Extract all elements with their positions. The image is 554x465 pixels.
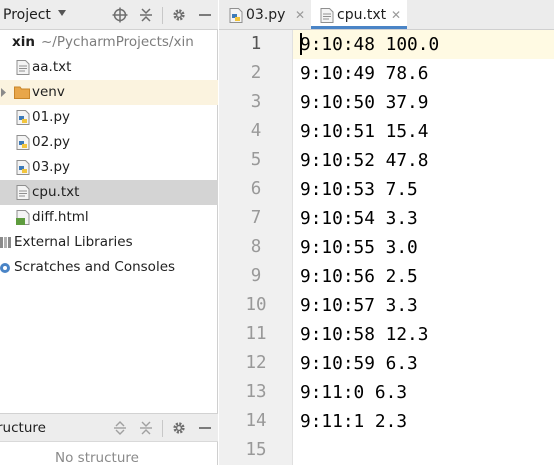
html-file-icon <box>16 210 30 225</box>
tree-item-label: cpu.txt <box>32 184 80 200</box>
code-line[interactable]: 9:11:1 2.3 <box>300 407 407 436</box>
locate-file-icon[interactable] <box>112 7 128 23</box>
tree-item-label: Scratches and Consoles <box>14 259 176 275</box>
chevron-right-icon[interactable] <box>0 85 12 100</box>
tab-label: cpu.txt <box>337 7 387 23</box>
text-file-icon <box>16 185 30 200</box>
library-icon <box>0 237 11 248</box>
line-number: 12 <box>245 353 267 373</box>
close-icon[interactable]: ✕ <box>295 0 305 30</box>
tab-label: 03.py <box>246 7 286 23</box>
tree-item-cpu-txt[interactable]: cpu.txt <box>0 180 218 205</box>
code-line[interactable]: 9:10:49 78.6 <box>300 59 428 88</box>
text-file-icon <box>16 60 30 75</box>
scratches-icon <box>0 263 10 273</box>
tree-item-label: aa.txt <box>32 59 72 75</box>
root-folder-name: xin <box>12 34 35 50</box>
tree-item-02-py[interactable]: 02.py <box>0 130 218 155</box>
structure-panel-title[interactable]: ructure <box>0 420 46 436</box>
line-number: 4 <box>250 121 262 141</box>
no-structure-text: No structure <box>55 450 139 465</box>
tree-item-aa-txt[interactable]: aa.txt <box>0 55 218 80</box>
tree-item-diff-html[interactable]: diff.html <box>0 205 218 230</box>
tab-cpu-txt[interactable]: cpu.txt ✕ <box>311 0 407 29</box>
project-panel-header: Project <box>0 0 218 30</box>
tab-03-py[interactable]: 03.py ✕ <box>219 0 311 29</box>
line-number: 3 <box>250 92 262 112</box>
folder-icon <box>14 86 30 99</box>
header-divider <box>162 7 163 24</box>
code-line[interactable]: 9:10:59 6.3 <box>300 349 418 378</box>
line-number: 1 <box>250 34 262 54</box>
code-line[interactable]: 9:10:54 3.3 <box>300 204 418 233</box>
tree-item-03-py[interactable]: 03.py <box>0 155 218 180</box>
project-view-title[interactable]: Project <box>3 7 51 23</box>
tree-item-label: diff.html <box>32 209 89 225</box>
code-line[interactable]: 9:10:58 12.3 <box>300 320 428 349</box>
line-number: 11 <box>245 324 267 344</box>
tree-item-label: External Libraries <box>14 234 133 250</box>
line-number: 7 <box>250 208 262 228</box>
line-number: 13 <box>245 382 267 402</box>
tree-item-label: 01.py <box>32 109 71 125</box>
line-number: 9 <box>250 266 262 286</box>
gear-icon[interactable] <box>171 7 187 23</box>
line-number: 2 <box>250 63 262 83</box>
structure-panel-header: ructure <box>0 413 218 442</box>
project-tool-window: Project xin ~/PycharmProjects/xin aa.txt… <box>0 0 218 465</box>
code-line[interactable]: 9:10:57 3.3 <box>300 291 418 320</box>
hide-panel-icon[interactable] <box>197 420 213 436</box>
hide-panel-icon[interactable] <box>197 7 213 23</box>
root-folder-path: ~/PycharmProjects/xin <box>41 34 194 50</box>
text-caret <box>300 33 302 55</box>
tree-item-label: 02.py <box>32 134 71 150</box>
tree-item-01-py[interactable]: 01.py <box>0 105 218 130</box>
gear-icon[interactable] <box>171 420 187 436</box>
header-divider <box>162 420 163 437</box>
code-line[interactable]: 9:10:53 7.5 <box>300 175 418 204</box>
code-line[interactable]: 9:10:50 37.9 <box>300 88 428 117</box>
line-number: 8 <box>250 237 262 257</box>
line-number: 10 <box>245 295 267 315</box>
line-number: 5 <box>250 150 262 170</box>
code-line[interactable]: 9:10:48 100.0 <box>300 30 439 59</box>
python-file-icon <box>16 110 30 125</box>
text-file-icon <box>320 8 334 23</box>
editor-tabs: 03.py ✕ cpu.txt ✕ <box>219 0 554 30</box>
expand-all-icon[interactable] <box>112 420 128 436</box>
tree-root-xin[interactable]: xin ~/PycharmProjects/xin <box>0 30 218 55</box>
python-file-icon <box>16 135 30 150</box>
tree-item-external-libraries[interactable]: External Libraries <box>0 230 218 255</box>
tree-item-label: venv <box>32 84 65 100</box>
code-line[interactable]: 9:10:51 15.4 <box>300 117 428 146</box>
line-number: 14 <box>245 411 267 431</box>
collapse-all-icon[interactable] <box>138 420 154 436</box>
collapse-all-icon[interactable] <box>138 7 154 23</box>
code-line[interactable]: 9:11:0 6.3 <box>300 378 407 407</box>
tree-item-venv[interactable]: venv <box>0 80 218 105</box>
code-line[interactable]: 9:10:55 3.0 <box>300 233 418 262</box>
line-number: 15 <box>245 440 267 460</box>
code-line[interactable]: 9:10:52 47.8 <box>300 146 428 175</box>
python-file-icon <box>229 8 243 23</box>
chevron-down-icon[interactable] <box>58 10 66 16</box>
line-number: 6 <box>250 179 262 199</box>
code-line[interactable]: 9:10:56 2.5 <box>300 262 418 291</box>
python-file-icon <box>16 160 30 175</box>
tree-item-scratches[interactable]: Scratches and Consoles <box>0 255 218 280</box>
close-icon[interactable]: ✕ <box>391 0 401 30</box>
tree-item-label: 03.py <box>32 159 71 175</box>
